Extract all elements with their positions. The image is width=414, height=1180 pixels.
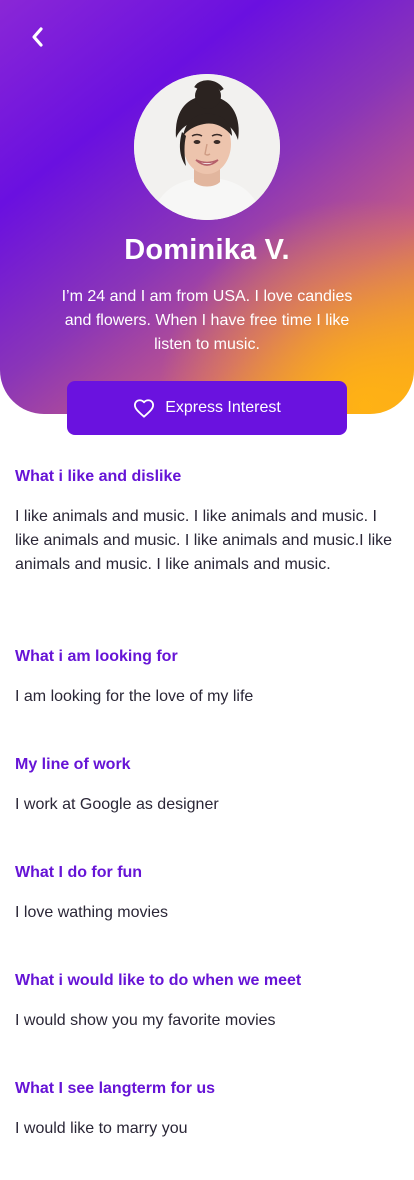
profile-name: Dominika V. (124, 234, 290, 266)
section-title: What I do for fun (15, 864, 143, 881)
section-text: I would show you my favorite movies (15, 1012, 276, 1029)
section-title: What I see langterm for us (15, 1080, 216, 1097)
avatar (134, 74, 280, 220)
section-text: I love wathing movies (15, 904, 168, 921)
profile-header: Dominika V. I’m 24 and I am from USA. I … (0, 0, 414, 414)
section-title: What i am looking for (15, 648, 178, 665)
section-title: What i would like to do when we meet (15, 972, 302, 989)
express-interest-button[interactable]: Express Interest (67, 381, 347, 435)
express-interest-label: Express Interest (165, 399, 281, 416)
section-text: I am looking for the love of my life (15, 688, 254, 705)
section-like-dislike: What i like and dislike I like animals a… (15, 467, 395, 577)
section-text: I like animals and music. I like animals… (15, 508, 393, 573)
back-button[interactable] (22, 22, 52, 52)
section-looking-for: What i am looking for I am looking for t… (15, 647, 395, 709)
section-title: What i like and dislike (15, 468, 182, 485)
section-text: I would like to marry you (15, 1120, 188, 1137)
profile-bio: I’m 24 and I am from USA. I love candies… (61, 288, 353, 353)
chevron-left-icon (32, 27, 43, 47)
heart-icon (134, 399, 155, 418)
section-when-we-meet: What i would like to do when we meet I w… (15, 971, 395, 1033)
section-text: I work at Google as designer (15, 796, 219, 813)
section-line-of-work: My line of work I work at Google as desi… (15, 755, 395, 817)
section-title: My line of work (15, 756, 131, 773)
section-longterm: What I see langterm for us I would like … (15, 1079, 395, 1141)
section-fun: What I do for fun I love wathing movies (15, 863, 395, 925)
